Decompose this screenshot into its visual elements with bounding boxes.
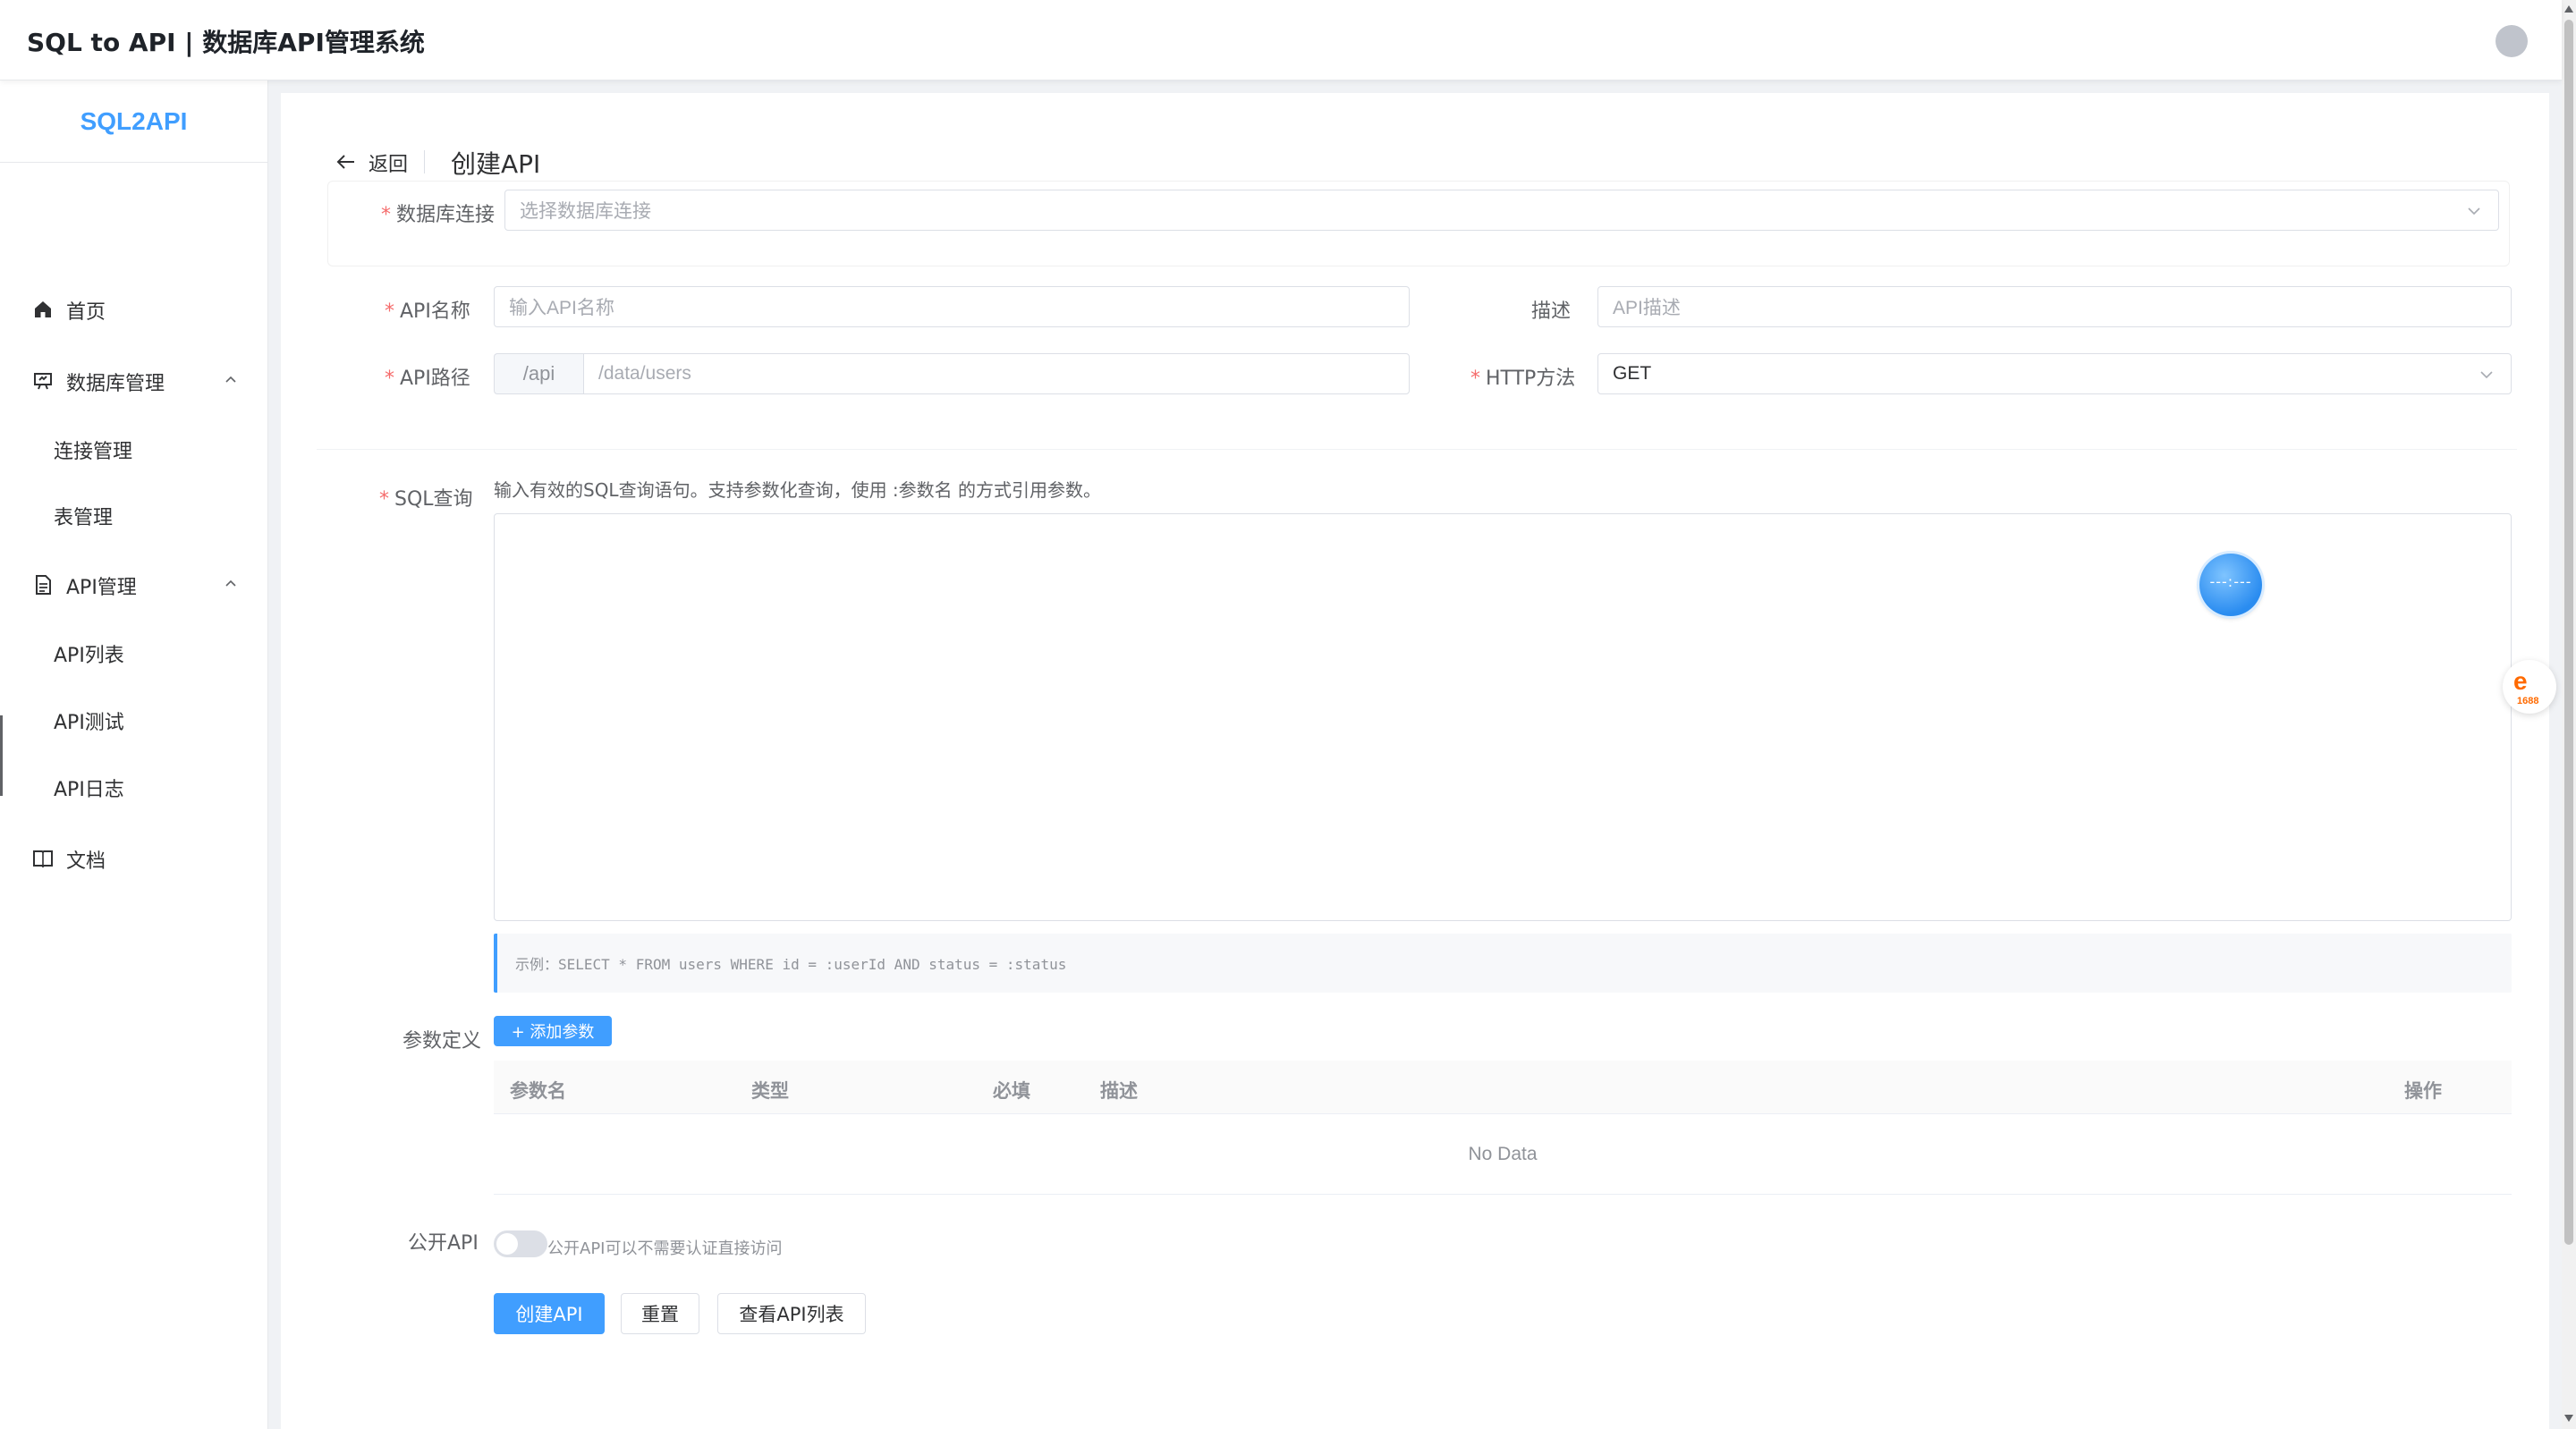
sidebar-item-tables[interactable]: 表管理 xyxy=(0,486,267,540)
description-label: 描述 xyxy=(1531,300,1572,323)
required-mark: * xyxy=(379,488,389,511)
http-method-label: * HTTP方法 xyxy=(1470,362,1575,391)
sidebar-item-api-management[interactable]: API管理 xyxy=(0,556,267,610)
api-path-label-text: API路径 xyxy=(400,368,470,390)
sidebar-item-label: 表管理 xyxy=(54,507,114,529)
page-header-divider xyxy=(424,150,425,173)
app-title: SQL to API | 数据库API管理系统 xyxy=(27,28,425,57)
sidebar-item-label: 首页 xyxy=(66,301,106,324)
loading-spinner: ---:--- xyxy=(2199,554,2262,616)
params-label: 参数定义 xyxy=(402,1030,482,1053)
chevron-up-icon xyxy=(225,376,236,383)
sql-example: 示例：SELECT * FROM users WHERE id = :userI… xyxy=(494,934,2512,993)
col-description[interactable]: 描述 xyxy=(1100,1077,1138,1103)
description-placeholder: API描述 xyxy=(1613,298,1681,318)
extension-logo-icon: e xyxy=(2513,667,2528,695)
required-mark: * xyxy=(1470,368,1480,390)
chevron-down-icon xyxy=(2468,207,2480,216)
scroll-up-arrow-icon[interactable] xyxy=(2564,5,2573,13)
col-required[interactable]: 必填 xyxy=(993,1077,1030,1103)
user-avatar[interactable] xyxy=(2496,25,2528,57)
params-table-empty: No Data xyxy=(494,1114,2512,1195)
section-divider xyxy=(317,449,2517,450)
sidebar-item-label: API列表 xyxy=(54,645,124,667)
api-name-input[interactable]: 输入API名称 xyxy=(494,286,1410,327)
back-link[interactable]: 返回 xyxy=(369,148,408,177)
create-api-panel: 返回 创建API * 数据库连接 选择数据库连接 * API名称 输入API名称 描… xyxy=(281,93,2549,1429)
extension-badge-text: 1688 xyxy=(2517,696,2539,706)
sidebar-item-label: 文档 xyxy=(66,850,106,873)
app-header: SQL to API | 数据库API管理系统 xyxy=(0,0,2562,80)
main-content: 返回 创建API * 数据库连接 选择数据库连接 * API名称 输入API名称 描… xyxy=(268,80,2562,1429)
http-method-label-text: HTTP方法 xyxy=(1486,368,1576,390)
sidebar-item-label: 连接管理 xyxy=(54,441,133,463)
http-method-value: GET xyxy=(1613,363,1652,384)
api-path-input[interactable]: /data/users xyxy=(583,353,1410,394)
sidebar-item-connections[interactable]: 连接管理 xyxy=(0,420,267,474)
sidebar-item-label: 数据库管理 xyxy=(66,373,165,395)
sidebar-item-label: API日志 xyxy=(54,779,124,801)
document-icon xyxy=(36,575,51,595)
floating-extension-badge[interactable]: e 1688 xyxy=(2503,660,2556,714)
add-param-button[interactable]: + 添加参数 xyxy=(494,1016,612,1046)
scroll-thumb[interactable] xyxy=(2564,20,2573,1245)
col-type[interactable]: 类型 xyxy=(751,1077,789,1103)
sql-label: * SQL查询 xyxy=(379,483,473,512)
db-connection-label: * 数据库连接 xyxy=(381,199,495,227)
description-textarea[interactable]: API描述 xyxy=(1597,286,2512,327)
api-name-label-text: API名称 xyxy=(400,300,470,323)
api-path-label: * API路径 xyxy=(385,362,470,391)
view-api-list-button[interactable]: 查看API列表 xyxy=(717,1293,866,1334)
presentation-icon xyxy=(34,373,52,390)
loading-text: ---:--- xyxy=(2209,573,2252,590)
page-scrollbar[interactable] xyxy=(2562,0,2576,1429)
scroll-down-arrow-icon[interactable] xyxy=(2564,1415,2573,1422)
sidebar-resize-handle[interactable] xyxy=(0,715,3,796)
sql-hint: 输入有效的SQL查询语句。支持参数化查询，使用 :参数名 的方式引用参数。 xyxy=(494,479,1102,501)
col-actions[interactable]: 操作 xyxy=(2404,1077,2442,1103)
public-api-hint: 公开API可以不需要认证直接访问 xyxy=(547,1239,783,1258)
sidebar-logo[interactable]: SQL2API xyxy=(0,80,267,163)
chevron-down-icon xyxy=(2480,371,2493,379)
api-path-placeholder: /data/users xyxy=(598,363,691,384)
db-connection-placeholder: 选择数据库连接 xyxy=(520,201,651,222)
params-table: 参数名 类型 必填 描述 操作 No Data xyxy=(494,1061,2512,1195)
sidebar-item-label: API测试 xyxy=(54,712,124,734)
arrow-left-icon[interactable] xyxy=(336,154,356,170)
book-icon xyxy=(33,850,53,868)
chevron-up-icon xyxy=(225,579,236,587)
params-table-header: 参数名 类型 必填 描述 操作 xyxy=(494,1061,2512,1114)
sidebar-item-database-management[interactable]: 数据库管理 xyxy=(0,352,267,406)
reset-button[interactable]: 重置 xyxy=(621,1293,699,1334)
sidebar-item-home[interactable]: 首页 xyxy=(0,281,267,334)
required-mark: * xyxy=(385,300,394,323)
required-mark: * xyxy=(381,204,391,226)
http-method-select[interactable]: GET xyxy=(1597,353,2512,394)
sidebar: SQL2API 首页 数据库管理 连接管理 表管理 API管理 API列表 AP… xyxy=(0,80,268,1429)
public-api-label: 公开API xyxy=(408,1232,479,1255)
switch-knob xyxy=(496,1233,518,1255)
sql-label-text: SQL查询 xyxy=(394,488,473,511)
sidebar-item-label: API管理 xyxy=(66,577,137,599)
public-api-switch[interactable] xyxy=(494,1230,547,1257)
db-connection-label-text: 数据库连接 xyxy=(396,204,496,226)
home-icon xyxy=(35,301,51,317)
required-mark: * xyxy=(385,368,394,390)
api-path-prefix: /api xyxy=(494,353,583,394)
create-api-button[interactable]: 创建API xyxy=(494,1293,605,1334)
api-name-label: * API名称 xyxy=(385,295,470,324)
db-connection-select[interactable]: 选择数据库连接 xyxy=(504,190,2499,231)
sidebar-item-api-test[interactable]: API测试 xyxy=(0,691,267,745)
sql-editor[interactable]: ---:--- xyxy=(494,513,2512,921)
sidebar-item-api-list[interactable]: API列表 xyxy=(0,624,267,678)
api-name-placeholder: 输入API名称 xyxy=(509,298,614,318)
sidebar-item-api-logs[interactable]: API日志 xyxy=(0,758,267,812)
page-title: 创建API xyxy=(451,149,541,179)
sidebar-item-docs[interactable]: 文档 xyxy=(0,830,267,884)
col-param-name[interactable]: 参数名 xyxy=(510,1077,566,1103)
